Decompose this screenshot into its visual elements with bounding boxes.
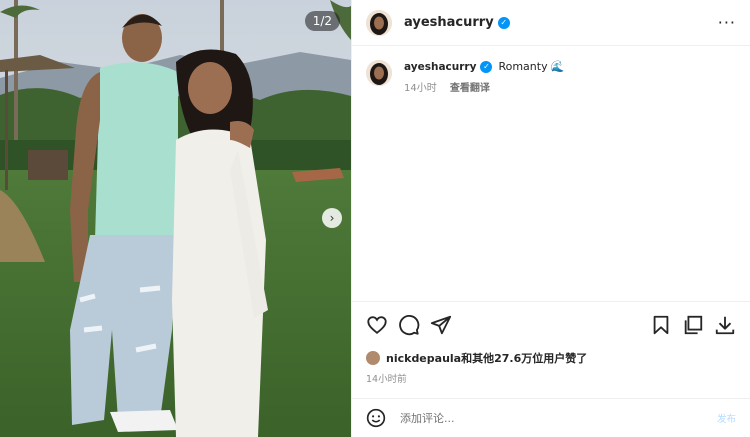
- translate-link[interactable]: 查看翻译: [450, 83, 490, 94]
- caption: ayeshacurry ✓ Romanty 🌊 14小时 查看翻译: [352, 46, 750, 94]
- liker-username[interactable]: nickdepaula: [386, 352, 461, 365]
- comment-button[interactable]: [398, 314, 420, 336]
- chevron-right-icon: ›: [329, 211, 335, 225]
- share-icon: [430, 315, 452, 335]
- copy-icon: [684, 315, 703, 335]
- emoji-icon: [366, 408, 386, 428]
- post-timestamp: 14小时前: [366, 374, 407, 385]
- comment-bar: 发布: [352, 398, 750, 437]
- caption-avatar[interactable]: [366, 60, 392, 86]
- verified-icon: ✓: [480, 60, 493, 73]
- more-icon[interactable]: ···: [718, 13, 736, 32]
- photo-counter: 1/2: [304, 11, 340, 31]
- next-photo-button[interactable]: ›: [322, 208, 342, 228]
- wave-icon: 🌊: [550, 60, 565, 73]
- caption-text: Romanty: [498, 60, 548, 73]
- post-photo[interactable]: 1/2 ›: [0, 0, 351, 437]
- emoji-button[interactable]: [366, 408, 386, 428]
- download-icon: [715, 316, 735, 335]
- photo-image: [0, 0, 351, 437]
- liker-avatar: [366, 351, 380, 365]
- avatar-image: [366, 60, 392, 86]
- comment-input[interactable]: [398, 410, 709, 426]
- likes-count-text[interactable]: 和其他27.6万位用户赞了: [461, 350, 587, 366]
- instagram-post: 1/2 › ayeshacurry ✓ ··· ayeshacurry ✓ Ro…: [0, 0, 750, 437]
- likes-summary[interactable]: nickdepaula 和其他27.6万位用户赞了: [352, 336, 750, 366]
- header-username[interactable]: ayeshacurry: [404, 15, 494, 30]
- like-button[interactable]: [366, 314, 388, 336]
- avatar-image: [366, 9, 392, 36]
- heart-icon: [367, 316, 387, 334]
- copy-button[interactable]: [682, 314, 704, 336]
- avatar[interactable]: [366, 9, 392, 36]
- caption-username[interactable]: ayeshacurry: [404, 61, 476, 73]
- action-bar-right: [640, 314, 736, 336]
- verified-icon: ✓: [497, 16, 510, 29]
- caption-time[interactable]: 14小时: [404, 83, 437, 94]
- caption-body: ayeshacurry ✓ Romanty 🌊 14小时 查看翻译: [404, 60, 564, 94]
- post-side-panel: ayeshacurry ✓ ··· ayeshacurry ✓ Romanty …: [351, 0, 750, 437]
- action-bar: [352, 302, 750, 336]
- actions-area: nickdepaula 和其他27.6万位用户赞了 14小时前: [352, 301, 750, 385]
- bookmark-icon: [653, 315, 669, 335]
- post-header: ayeshacurry ✓ ···: [352, 0, 750, 46]
- post-comment-button[interactable]: 发布: [717, 411, 736, 425]
- caption-line: ayeshacurry ✓ Romanty 🌊: [404, 60, 564, 73]
- share-button[interactable]: [430, 314, 452, 336]
- caption-meta: 14小时 查看翻译: [404, 79, 564, 94]
- comment-icon: [399, 314, 420, 336]
- save-button[interactable]: [650, 314, 672, 336]
- download-button[interactable]: [714, 314, 736, 336]
